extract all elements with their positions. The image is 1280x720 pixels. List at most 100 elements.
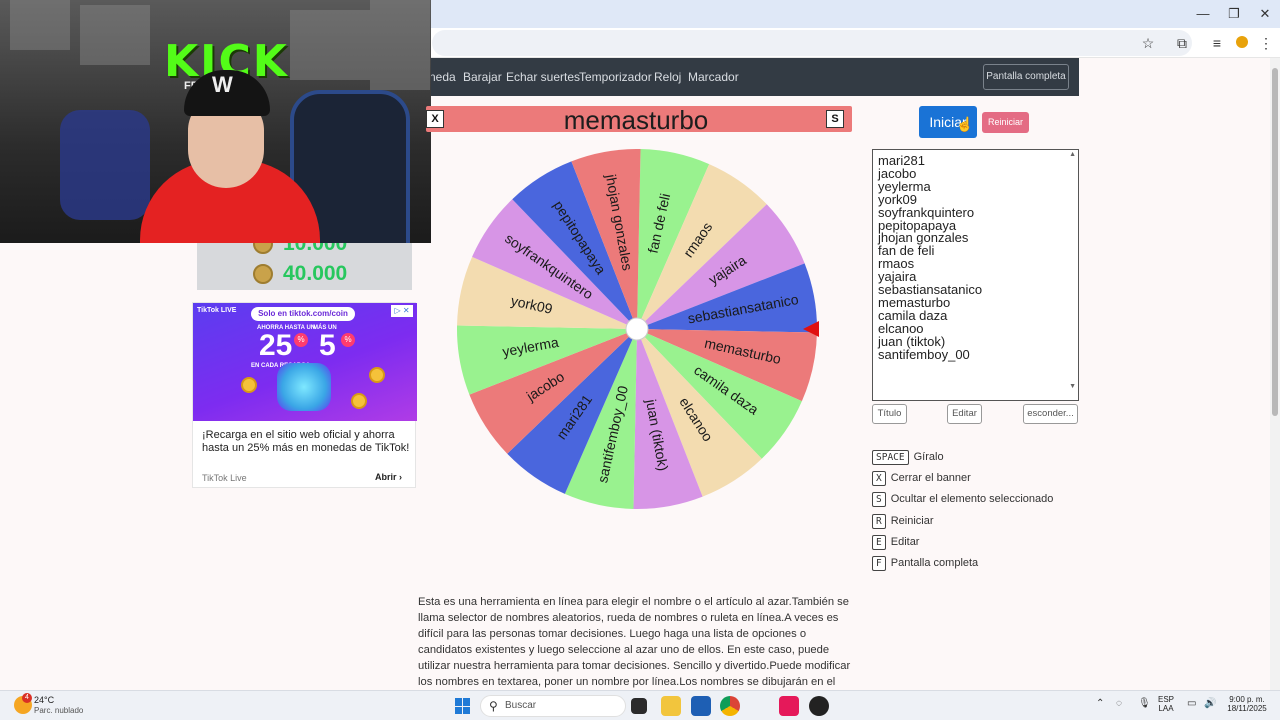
ad-image[interactable]: TikTok LIVE Solo en tiktok.com/coin ▷ ✕ …: [193, 303, 417, 421]
time: 9:00 p. m.: [1229, 695, 1265, 704]
ad-text[interactable]: ¡Recarga en el sitio web oficial y ahorr…: [202, 429, 412, 455]
profile-avatar[interactable]: [1232, 33, 1252, 53]
hide-button[interactable]: esconder...: [1023, 404, 1078, 424]
nav-link-echar-suertes[interactable]: Echar suertes: [506, 70, 580, 84]
ad-coin-icon: [369, 367, 385, 383]
shortcut-key: R: [872, 513, 886, 529]
clock[interactable]: 9:00 p. m. 18/11/2025: [1222, 695, 1272, 713]
minimize-button[interactable]: —: [1188, 4, 1218, 24]
wheel-svg[interactable]: fan de feli rmaosyajairasebastiansatanico…: [455, 147, 819, 511]
ad-pill: Solo en tiktok.com/coin: [251, 307, 355, 321]
shortcut-label: Gíralo: [913, 451, 944, 463]
page-scrollbar-thumb[interactable]: [1272, 68, 1278, 416]
ad-open-label: Abrir: [375, 472, 397, 482]
ad-big-number-2: 5: [319, 329, 336, 362]
wheel-hub[interactable]: [625, 317, 649, 341]
network-icon[interactable]: ▭: [1187, 698, 1196, 709]
ad-percent-icon: %: [341, 333, 355, 347]
bookmark-star-icon[interactable]: ☆: [1138, 33, 1158, 53]
nav-link-reloj[interactable]: Reloj: [654, 70, 681, 84]
wall-poster: [10, 0, 70, 50]
shortcut-key: X: [872, 471, 886, 487]
name-entry: santifemboy_00: [878, 346, 970, 362]
windows-taskbar: 4 24°C Parc. nublado ⚲ Buscar ⌃ ◌ 🎙 ESP …: [0, 690, 1280, 720]
nav-link-ruleta[interactable]: neda: [429, 70, 456, 84]
shortcut-label: Ocultar el elemento seleccionado: [890, 493, 1054, 506]
shortcut-row: E Editar: [872, 534, 920, 551]
windows-start-icon[interactable]: [455, 698, 471, 714]
ad-percent-icon: %: [294, 333, 308, 347]
shortcut-row: S Ocultar el elemento seleccionado: [872, 492, 1053, 508]
coin-package[interactable]: 40.000: [197, 258, 412, 290]
hide-selected-button[interactable]: S: [826, 110, 844, 128]
store-icon[interactable]: [691, 696, 711, 716]
app-icon[interactable]: [809, 696, 829, 716]
names-list: mari281 jacobo yeylerma york09 soyfrankquint…: [878, 154, 1073, 362]
search-icon: ⚲: [489, 699, 498, 713]
browser-menu-icon[interactable]: ⋮: [1256, 33, 1276, 53]
language-code: ESP: [1158, 695, 1175, 704]
nav-link-temporizador[interactable]: Temporizador: [579, 70, 652, 84]
ad-coin-icon: [241, 377, 257, 393]
title-button[interactable]: Título: [872, 404, 907, 424]
shortcut-key: F: [872, 556, 886, 571]
restore-button[interactable]: ❐: [1219, 4, 1249, 24]
coin-icon: [253, 264, 273, 284]
close-window-button[interactable]: ✕: [1250, 4, 1280, 24]
spinning-wheel[interactable]: fan de feli rmaos yajaira sebastiansatanico…: [455, 147, 819, 511]
volume-icon[interactable]: 🔊: [1204, 698, 1216, 709]
mouse-cursor-icon: ☝: [956, 116, 974, 132]
media-control-icon[interactable]: ≡: [1207, 33, 1227, 53]
shortcut-key: S: [872, 492, 886, 508]
wall-poster: [80, 5, 150, 65]
chevron-up-icon[interactable]: ⌃: [1096, 698, 1104, 709]
coin-value: 40.000: [283, 262, 348, 285]
tiktok-icon[interactable]: [779, 696, 799, 716]
scroll-up-icon[interactable]: ▲: [1069, 151, 1076, 158]
shortcut-key: E: [872, 534, 886, 550]
result-banner: X memasturbo S: [426, 105, 852, 135]
ad-big-number: 25: [259, 329, 293, 362]
fullscreen-button[interactable]: Pantalla completa: [983, 64, 1069, 90]
tray-app-icon[interactable]: ◌: [1116, 698, 1122, 709]
weather-badge: 4: [22, 693, 32, 703]
shortcut-key: SPACE: [872, 450, 909, 465]
names-textarea[interactable]: mari281 jacobo yeylerma york09 soyfrankquint…: [872, 149, 1079, 401]
wall-poster: [290, 10, 370, 80]
shortcut-label: Editar: [890, 535, 920, 548]
taskbar-search[interactable]: ⚲ Buscar: [480, 695, 626, 717]
banner-title: memasturbo: [563, 105, 709, 135]
shortcut-label: Reiniciar: [890, 514, 934, 527]
nav-link-barajar[interactable]: Barajar: [463, 70, 502, 84]
reset-button[interactable]: Reiniciar: [982, 112, 1029, 133]
scroll-down-icon[interactable]: ▼: [1069, 383, 1076, 390]
ad-source: TikTok Live: [202, 473, 247, 483]
shortcut-row: SPACE Gíralo: [872, 450, 944, 466]
ad-info-icon[interactable]: ▷ ✕: [391, 305, 413, 317]
ad-coin-icon: [351, 393, 367, 409]
address-bar[interactable]: [432, 30, 1192, 56]
weather-temperature[interactable]: 24°C: [34, 695, 54, 705]
ad-brand: TikTok LIVE: [197, 307, 237, 314]
task-view-icon[interactable]: [631, 698, 647, 714]
extensions-icon[interactable]: ⧉: [1172, 33, 1192, 53]
webcam-overlay: KICK FE W: [0, 0, 431, 243]
shortcut-label: Pantalla completa: [890, 557, 979, 569]
tiktok-ad[interactable]: TikTok LIVE Solo en tiktok.com/coin ▷ ✕ …: [192, 302, 417, 488]
nav-link-marcador[interactable]: Marcador: [688, 70, 739, 84]
search-label: Buscar: [505, 700, 537, 711]
chevron-right-icon: ›: [399, 472, 403, 482]
language-indicator[interactable]: ESP LAA: [1158, 695, 1174, 713]
chrome-icon[interactable]: [720, 696, 740, 716]
ad-open-button[interactable]: Abrir ›: [375, 472, 402, 482]
ad-treasure-chest: [277, 363, 331, 411]
file-explorer-icon[interactable]: [661, 696, 681, 716]
shortcut-label: Cerrar el banner: [890, 472, 971, 485]
weather-description[interactable]: Parc. nublado: [34, 706, 83, 715]
motorcycle: [60, 110, 150, 220]
edit-button[interactable]: Editar: [947, 404, 982, 424]
date: 18/11/2025: [1227, 704, 1267, 713]
shortcut-row: X Cerrar el banner: [872, 471, 971, 487]
microphone-icon[interactable]: 🎙: [1138, 698, 1151, 709]
page-scrollbar[interactable]: [1270, 58, 1280, 690]
